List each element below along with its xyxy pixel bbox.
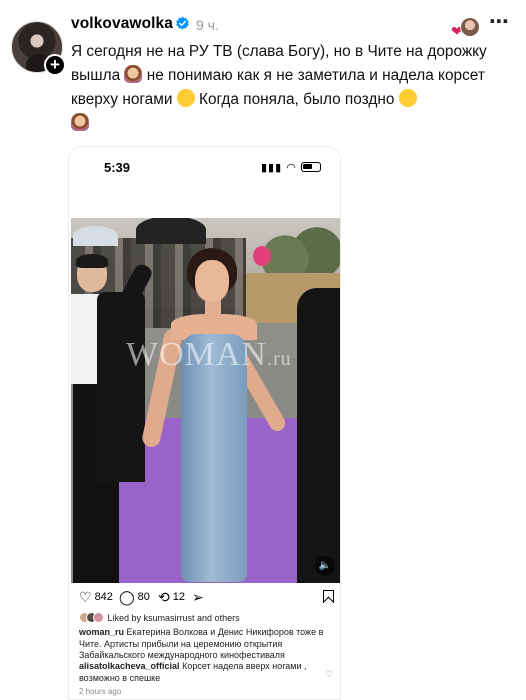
post-time: 9 ч. xyxy=(196,17,219,33)
photo-umbrella xyxy=(136,218,206,244)
liked-by-line[interactable]: Liked by ksumasirrust and others xyxy=(79,612,240,623)
top-comment: alisatolkacheva_official Корсет надела в… xyxy=(79,661,334,684)
liker-avatars xyxy=(79,612,105,623)
send-icon: ➢ xyxy=(192,589,204,605)
comment-author[interactable]: alisatolkacheva_official xyxy=(79,661,180,671)
post-description: woman_ru Екатерина Волкова и Денис Никиф… xyxy=(79,627,334,662)
share-button[interactable]: ➢ xyxy=(192,590,204,604)
attached-screenshot[interactable]: 5:39 ▮▮▮ ◠ WOMAN.ru 🔈 ♡ 842 ◯ 80 ⟲ 12 ➢ … xyxy=(68,146,341,700)
rolling-laughing-emoji-icon xyxy=(176,89,195,107)
bookmark-icon[interactable] xyxy=(323,590,334,603)
caption-text: Когда поняла, было поздно xyxy=(198,91,395,108)
rolling-laughing-emoji-icon xyxy=(398,89,417,107)
follow-plus-icon[interactable]: + xyxy=(44,54,66,76)
post-actions: ♡ 842 ◯ 80 ⟲ 12 ➢ xyxy=(79,590,334,610)
red-carpet-photo[interactable]: WOMAN.ru 🔈 xyxy=(71,218,340,583)
repost-button[interactable]: ⟲ 12 xyxy=(158,590,185,604)
battery-icon xyxy=(300,162,321,172)
heart-outline-icon: ♡ xyxy=(79,589,92,605)
author-avatar[interactable]: + xyxy=(11,21,66,76)
reposts-count: 12 xyxy=(172,591,185,603)
photo-woman-blue-dress xyxy=(140,248,289,583)
woman-shrugging-emoji-icon xyxy=(124,65,143,83)
photo-man-right xyxy=(297,288,340,583)
post-author[interactable]: woman_ru xyxy=(79,627,124,637)
liker-avatar xyxy=(460,17,480,37)
post-timestamp: 2 hours ago xyxy=(79,687,122,696)
author-username[interactable]: volkovawolka xyxy=(71,15,173,33)
woman-shrugging-emoji-icon xyxy=(71,113,89,131)
mute-icon[interactable]: 🔈 xyxy=(315,556,335,576)
more-options-icon[interactable]: ⋯ xyxy=(489,12,510,32)
verified-badge-icon xyxy=(176,16,189,30)
wifi-icon: ◠ xyxy=(286,162,297,174)
comment-button[interactable]: ◯ 80 xyxy=(119,590,150,604)
comment-like-icon[interactable]: ♡ xyxy=(325,669,333,680)
photo-man-left xyxy=(71,254,155,583)
status-bar-icons: ▮▮▮ ◠ xyxy=(261,161,321,174)
status-bar-time: 5:39 xyxy=(104,160,131,175)
liked-by-indicator[interactable]: ❤ xyxy=(451,17,481,39)
repost-icon: ⟲ xyxy=(158,589,170,605)
comment-icon: ◯ xyxy=(119,589,135,605)
photo-watermark: WOMAN.ru xyxy=(126,336,292,373)
signal-icon: ▮▮▮ xyxy=(261,162,283,174)
photo-umbrella xyxy=(73,226,118,246)
liked-by-text: Liked by ksumasirrust and others xyxy=(107,613,240,623)
post-caption: Я сегодня не на РУ ТВ (слава Богу), но в… xyxy=(71,40,516,136)
likes-count: 842 xyxy=(94,591,113,603)
comments-count: 80 xyxy=(137,591,150,603)
like-button[interactable]: ♡ 842 xyxy=(79,590,113,604)
